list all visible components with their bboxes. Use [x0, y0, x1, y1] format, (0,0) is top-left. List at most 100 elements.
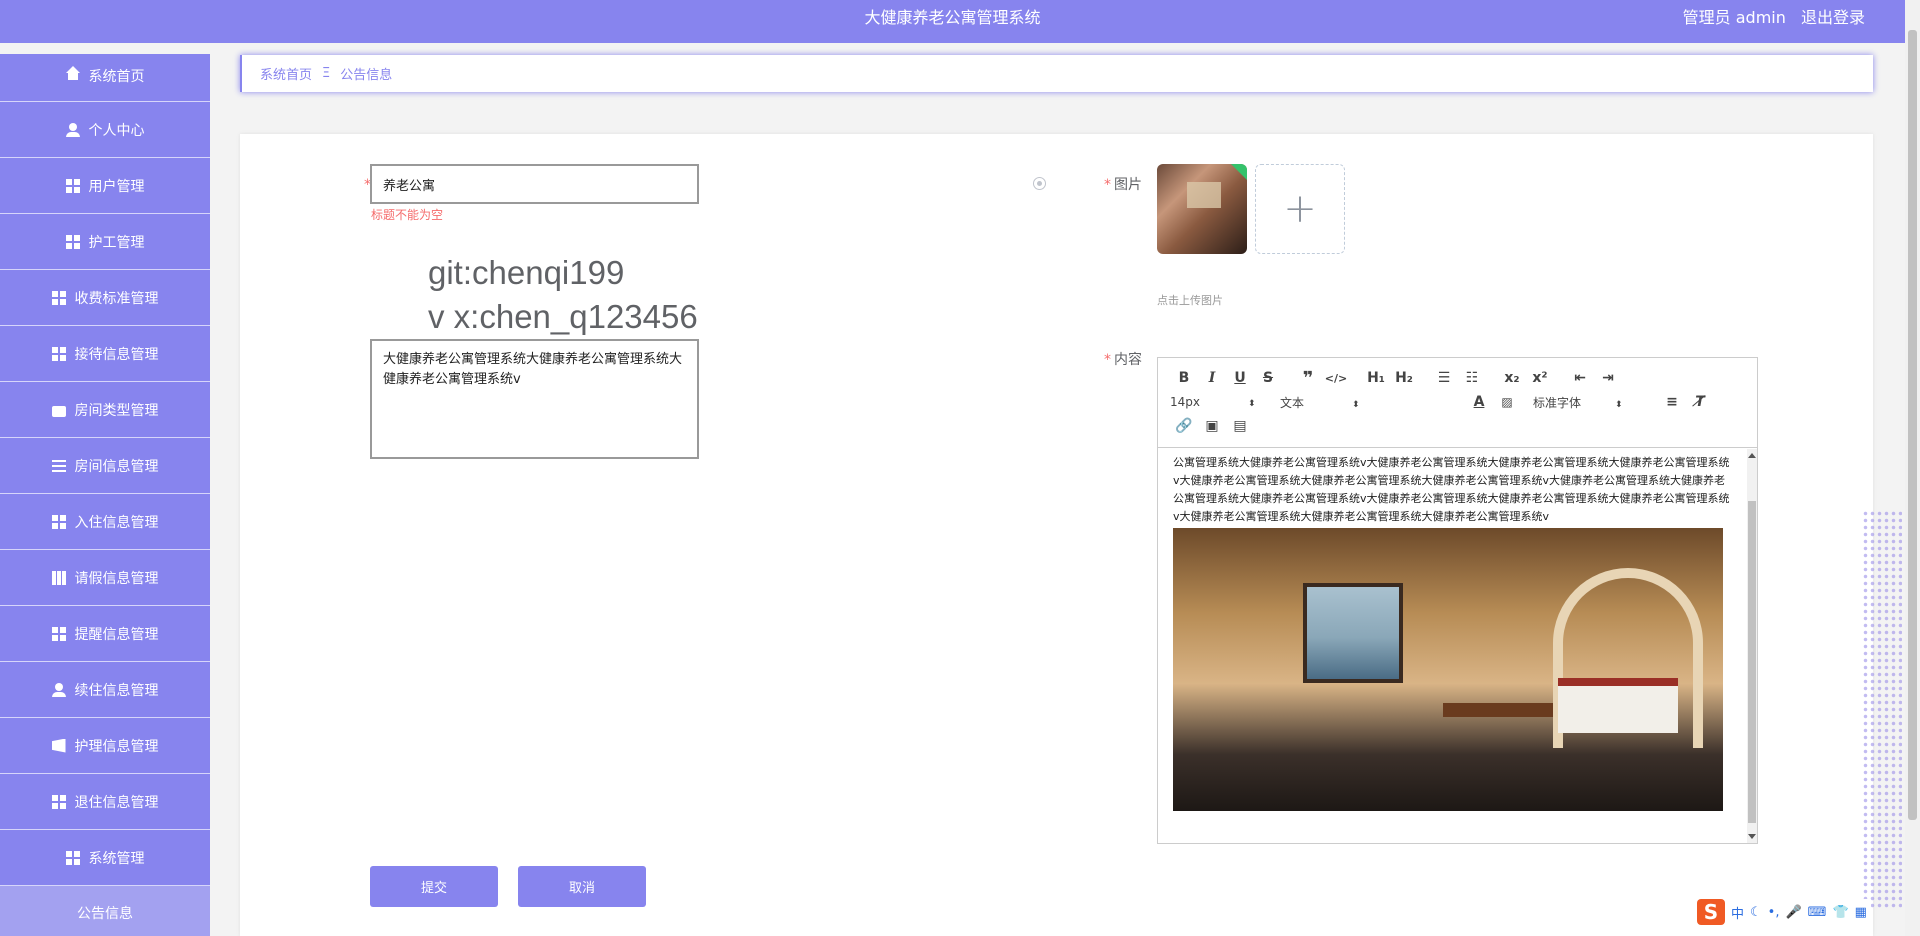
user-icon	[65, 122, 80, 137]
upload-button[interactable]: +	[1255, 164, 1345, 254]
scroll-down-icon[interactable]	[1748, 834, 1756, 839]
strikethrough-icon[interactable]: S	[1254, 370, 1282, 386]
sidebar-item-reminders[interactable]: 提醒信息管理	[0, 606, 210, 662]
font-family-select[interactable]: 标准字体 ⬍	[1533, 394, 1658, 411]
bullet-list-icon[interactable]: ☷	[1458, 370, 1486, 386]
decorative-pattern	[1862, 510, 1902, 910]
sidebar-item-system[interactable]: 系统管理	[0, 830, 210, 886]
submit-button[interactable]: 提交	[370, 866, 498, 907]
italic-icon[interactable]: I	[1198, 370, 1226, 386]
sidebar-item-room-types[interactable]: 房间类型管理	[0, 382, 210, 438]
table-icon	[51, 570, 66, 585]
plus-icon: +	[1283, 186, 1317, 232]
ime-mode[interactable]: 中	[1731, 903, 1744, 922]
moon-icon[interactable]: ☾	[1750, 905, 1762, 920]
sidebar: 系统首页 个人中心 用户管理 护工管理 收费标准管理 接待信息管理 房间类型管理…	[0, 54, 210, 936]
grid-icon	[51, 346, 66, 361]
image-icon[interactable]: ▣	[1198, 418, 1226, 434]
editor-content[interactable]: 公寓管理系统大健康养老公寓管理系统v大健康养老公寓管理系统大健康养老公寓管理系统…	[1158, 449, 1747, 843]
punctuation-icon[interactable]: •,	[1768, 905, 1780, 920]
link-icon[interactable]: 🔗	[1170, 418, 1198, 434]
top-bar: 大健康养老公寓管理系统 管理员 admin 退出登录	[0, 0, 1905, 43]
sidebar-item-caregivers[interactable]: 护工管理	[0, 214, 210, 270]
bold-icon[interactable]: B	[1170, 370, 1198, 386]
sidebar-item-label: 入住信息管理	[74, 514, 159, 531]
sidebar-item-leave[interactable]: 请假信息管理	[0, 550, 210, 606]
user-label: 管理员 admin	[1682, 8, 1786, 27]
cancel-button[interactable]: 取消	[518, 866, 646, 907]
editor-content-text: 公寓管理系统大健康养老公寓管理系统v大健康养老公寓管理系统大健康养老公寓管理系统…	[1173, 456, 1730, 523]
content-label: * 内容	[1104, 352, 1142, 368]
sidebar-item-fees[interactable]: 收费标准管理	[0, 270, 210, 326]
breadcrumb-separator: Ξ	[322, 66, 331, 81]
skin-icon[interactable]: 👕	[1832, 905, 1848, 920]
title-input[interactable]: 养老公寓	[370, 164, 699, 204]
underline-icon[interactable]: U	[1226, 370, 1254, 386]
superscript-icon[interactable]: x²	[1526, 370, 1554, 386]
editor-content-image	[1173, 528, 1723, 811]
editor-scrollbar[interactable]	[1747, 449, 1757, 843]
sogou-logo-icon[interactable]: S	[1697, 899, 1725, 925]
subscript-icon[interactable]: x₂	[1498, 370, 1526, 386]
video-icon[interactable]: ▤	[1226, 418, 1254, 434]
sidebar-item-label: 房间信息管理	[74, 458, 159, 475]
sidebar-item-label: 接待信息管理	[74, 346, 159, 363]
clear-icon[interactable]	[1033, 177, 1046, 190]
select-arrow-icon: ⬍	[1352, 399, 1360, 410]
grid-icon	[51, 290, 66, 305]
menu-grid-icon[interactable]: ▦	[1855, 905, 1867, 920]
ordered-list-icon[interactable]: ☰	[1430, 370, 1458, 386]
background-color-icon[interactable]: ▨	[1493, 395, 1521, 409]
outdent-icon[interactable]: ⇤	[1566, 370, 1594, 386]
sidebar-item-home[interactable]: 系统首页	[0, 54, 210, 102]
sidebar-item-renewal[interactable]: 续住信息管理	[0, 662, 210, 718]
form-card: *标题 养老公寓 标题不能为空 git:chenqi199 v x:chen_q…	[240, 134, 1873, 936]
sidebar-item-users[interactable]: 用户管理	[0, 158, 210, 214]
rich-text-editor: B I U S ❞ </> H₁ H₂ ☰ ☷ x₂ x² ⇤ ⇥ 14px ⬍…	[1157, 357, 1758, 844]
briefcase-icon	[51, 405, 66, 417]
card-icon	[51, 738, 66, 753]
grid-icon	[65, 850, 80, 865]
list-icon	[51, 459, 66, 472]
intro-textarea[interactable]: 大健康养老公寓管理系统大健康养老公寓管理系统大健康养老公寓管理系统v	[370, 339, 699, 459]
font-size-select[interactable]: 14px ⬍	[1170, 395, 1280, 409]
grid-icon	[65, 234, 80, 249]
ime-toolbar: S 中 ☾ •, 🎤 ⌨ 👕 ▦	[1693, 899, 1871, 925]
app-title: 大健康养老公寓管理系统	[864, 8, 1041, 27]
breadcrumb: 系统首页 Ξ 公告信息	[240, 55, 1873, 92]
home-icon	[65, 66, 80, 80]
breadcrumb-home[interactable]: 系统首页	[260, 64, 312, 83]
heading1-icon[interactable]: H₁	[1362, 370, 1390, 386]
keyboard-icon[interactable]: ⌨	[1808, 905, 1827, 920]
clear-format-icon[interactable]: T̸	[1686, 394, 1714, 410]
indent-icon[interactable]: ⇥	[1594, 370, 1622, 386]
heading2-icon[interactable]: H₂	[1390, 370, 1418, 386]
sidebar-item-label: 护理信息管理	[74, 738, 159, 755]
sidebar-item-label: 用户管理	[88, 178, 145, 195]
align-icon[interactable]: ≡	[1658, 394, 1686, 410]
blockquote-icon[interactable]: ❞	[1294, 368, 1322, 389]
sidebar-item-profile[interactable]: 个人中心	[0, 102, 210, 158]
voice-icon[interactable]: 🎤	[1785, 905, 1801, 920]
logout-button[interactable]: 退出登录	[1801, 8, 1865, 27]
user-icon	[51, 682, 66, 697]
sidebar-item-checkout[interactable]: 退住信息管理	[0, 774, 210, 830]
page-scrollbar[interactable]	[1905, 0, 1920, 936]
sidebar-item-label: 护工管理	[88, 234, 145, 251]
upload-tip: 点击上传图片	[1157, 294, 1223, 307]
sidebar-item-nursing[interactable]: 护理信息管理	[0, 718, 210, 774]
font-color-icon[interactable]: A	[1465, 394, 1493, 410]
uploaded-image-thumbnail[interactable]	[1157, 164, 1247, 254]
scroll-up-icon[interactable]	[1748, 453, 1756, 458]
image-label: * 图片	[1104, 177, 1142, 193]
sidebar-item-label: 请假信息管理	[74, 570, 159, 587]
sidebar-item-rooms[interactable]: 房间信息管理	[0, 438, 210, 494]
code-icon[interactable]: </>	[1322, 372, 1350, 385]
sidebar-item-label: 续住信息管理	[74, 682, 159, 699]
sidebar-item-reception[interactable]: 接待信息管理	[0, 326, 210, 382]
grid-icon	[51, 626, 66, 641]
sidebar-subitem-notice[interactable]: 公告信息	[0, 886, 210, 936]
paragraph-type-select[interactable]: 文本 ⬍	[1280, 394, 1465, 411]
breadcrumb-current: 公告信息	[340, 68, 393, 83]
sidebar-item-checkin[interactable]: 入住信息管理	[0, 494, 210, 550]
